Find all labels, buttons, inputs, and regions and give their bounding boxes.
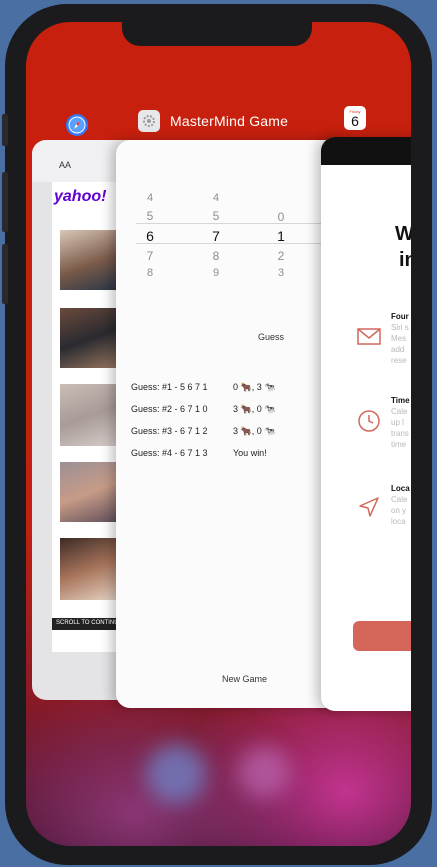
calendar-icon: Friday 6: [344, 106, 366, 130]
app-title: MasterMind Game: [170, 113, 289, 129]
dock-app-icon-blur: [146, 744, 206, 804]
scroll-banner-label: SCROLL TO CONTINUE: [56, 620, 123, 626]
guess-row-label: Guess: #1 - 5 6 7 1: [131, 382, 208, 392]
mastermind-app-header[interactable]: MasterMind Game: [138, 110, 288, 132]
welcome-sheet: W in Four Siri s Mes add rese Time Cale: [323, 165, 411, 711]
yahoo-logo: yahoo!: [54, 188, 107, 205]
picker-selected-value: 1: [277, 228, 285, 244]
text-size-button[interactable]: AA: [59, 160, 71, 170]
feature-desc: Cale: [391, 495, 408, 504]
feature-desc: rese: [391, 356, 407, 365]
picker-selection-top: [136, 223, 336, 224]
guess-row-result: You win!: [233, 448, 267, 458]
picker-value: 8: [212, 249, 220, 263]
welcome-title-line1: W: [395, 223, 411, 245]
news-thumbnail-5[interactable]: [60, 538, 124, 600]
gear-icon: [138, 110, 160, 132]
picker-value: 4: [146, 192, 154, 204]
notch: [122, 22, 312, 46]
feature-desc: add: [391, 345, 405, 354]
feature-item: Time Cale up l trans time: [391, 395, 410, 450]
feature-desc: on y: [391, 506, 407, 515]
guess-row-result: 0 🐂, 3 🐄: [233, 382, 276, 392]
new-game-button[interactable]: New Game: [222, 674, 267, 684]
picker-value: 5: [212, 209, 220, 223]
picker-value: 7: [146, 249, 154, 263]
guess-row-result: 3 🐂, 0 🐄: [233, 404, 276, 414]
feature-title: Loca: [391, 484, 410, 493]
app-switcher-screen: MasterMind Game Friday 6 AA yahoo! SCROL…: [26, 22, 411, 846]
feature-desc: trans: [391, 429, 409, 438]
picker-value: 2: [277, 249, 285, 263]
feature-item: Four Siri s Mes add rese: [391, 311, 409, 366]
news-thumbnail-4[interactable]: [60, 462, 124, 522]
picker-selection-bottom: [136, 243, 336, 244]
feature-desc: loca: [391, 517, 406, 526]
feature-item: Loca Cale on y loca: [391, 483, 410, 527]
volume-up-button: [2, 172, 8, 232]
envelope-icon: [357, 327, 381, 352]
guess-row-result: 3 🐂, 0 🐄: [233, 426, 276, 436]
dock-app-icon-blur: [238, 746, 290, 798]
feature-title: Four: [391, 312, 409, 321]
feature-desc: time: [391, 440, 407, 449]
compass-icon: [66, 114, 88, 136]
picker-selected-value: 7: [212, 228, 220, 244]
calendar-icon-day: 6: [351, 112, 359, 129]
guess-row-label: Guess: #2 - 6 7 1 0: [131, 404, 208, 414]
calendar-status-bar: [321, 137, 411, 165]
guess-button[interactable]: Guess: [258, 332, 284, 342]
guess-row-label: Guess: #3 - 6 7 1 2: [131, 426, 208, 436]
news-thumbnail-3[interactable]: [60, 384, 124, 446]
feature-desc: Cale: [391, 407, 408, 416]
clock-icon: [357, 409, 381, 438]
feature-desc: Mes: [391, 334, 407, 343]
safari-app-header[interactable]: [66, 114, 88, 136]
feature-desc: Siri s: [391, 323, 409, 332]
news-thumbnail-1[interactable]: [60, 230, 124, 290]
volume-down-button: [2, 244, 8, 304]
welcome-title: W in: [395, 221, 411, 273]
picker-value: 0: [277, 210, 285, 224]
calendar-app-header[interactable]: Friday 6: [344, 106, 366, 130]
picker-value: 5: [146, 209, 154, 223]
picker-value: 3: [277, 267, 285, 279]
feature-title: Time: [391, 396, 410, 405]
news-thumbnail-2[interactable]: [60, 308, 124, 368]
number-picker[interactable]: 4 5 6 7 8 4 5 7 8 9 0 1 2 3: [116, 140, 354, 300]
location-arrow-icon: [357, 495, 381, 524]
picker-value: 4: [212, 192, 220, 204]
picker-selected-value: 6: [146, 228, 154, 244]
continue-button[interactable]: [353, 621, 411, 651]
calendar-card[interactable]: W in Four Siri s Mes add rese Time Cale: [321, 137, 411, 711]
silent-switch: [2, 114, 8, 146]
guess-row-label: Guess: #4 - 6 7 1 3: [131, 448, 208, 458]
welcome-title-line2: in: [399, 249, 411, 271]
mastermind-card[interactable]: 4 5 6 7 8 4 5 7 8 9 0 1 2 3 Guess Guess:…: [116, 140, 354, 708]
picker-value: 9: [212, 267, 220, 279]
feature-desc: up l: [391, 418, 404, 427]
picker-value: 8: [146, 267, 154, 279]
